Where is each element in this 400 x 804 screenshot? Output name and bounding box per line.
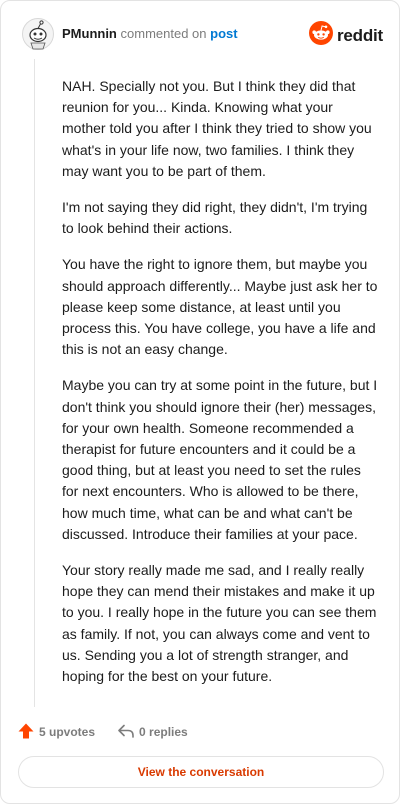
reply-count: 0 replies [139, 725, 188, 739]
comment-card: PMunnin commented on post reddit NAH. Sp… [0, 0, 400, 804]
upvote-arrow-icon [17, 722, 39, 743]
comment-paragraph: You have the right to ignore them, but m… [62, 256, 378, 358]
comment-footer: 5 upvotes 0 replies [17, 721, 188, 743]
replies-stat[interactable]: 0 replies [117, 722, 188, 743]
reddit-logo[interactable]: reddit [308, 21, 383, 50]
username-link[interactable]: PMunnin [62, 26, 117, 41]
comment-header: PMunnin commented on post reddit [17, 15, 383, 51]
comment-body: NAH. Specially not you. But I think they… [62, 76, 380, 702]
action-text: commented on [120, 26, 207, 41]
comment-paragraph: I'm not saying they did right, they didn… [62, 199, 368, 237]
post-link[interactable]: post [210, 26, 237, 41]
comment-paragraph: NAH. Specially not you. But I think they… [62, 78, 372, 179]
comment-paragraph: Maybe you can try at some point in the f… [62, 377, 378, 542]
upvote-count: 5 upvotes [39, 725, 96, 739]
reddit-wordmark: reddit [336, 25, 383, 45]
view-conversation-button[interactable]: View the conversation [18, 756, 384, 788]
comment-paragraph: Your story really made me sad, and I rea… [62, 562, 377, 685]
reddit-logo-icon [308, 21, 333, 50]
comment-byline: PMunnin commented on post [62, 26, 238, 41]
user-avatar-icon[interactable] [22, 18, 54, 50]
reply-arrow-icon [117, 722, 139, 743]
upvote-stat[interactable]: 5 upvotes [17, 722, 95, 743]
thread-line[interactable] [34, 59, 35, 707]
